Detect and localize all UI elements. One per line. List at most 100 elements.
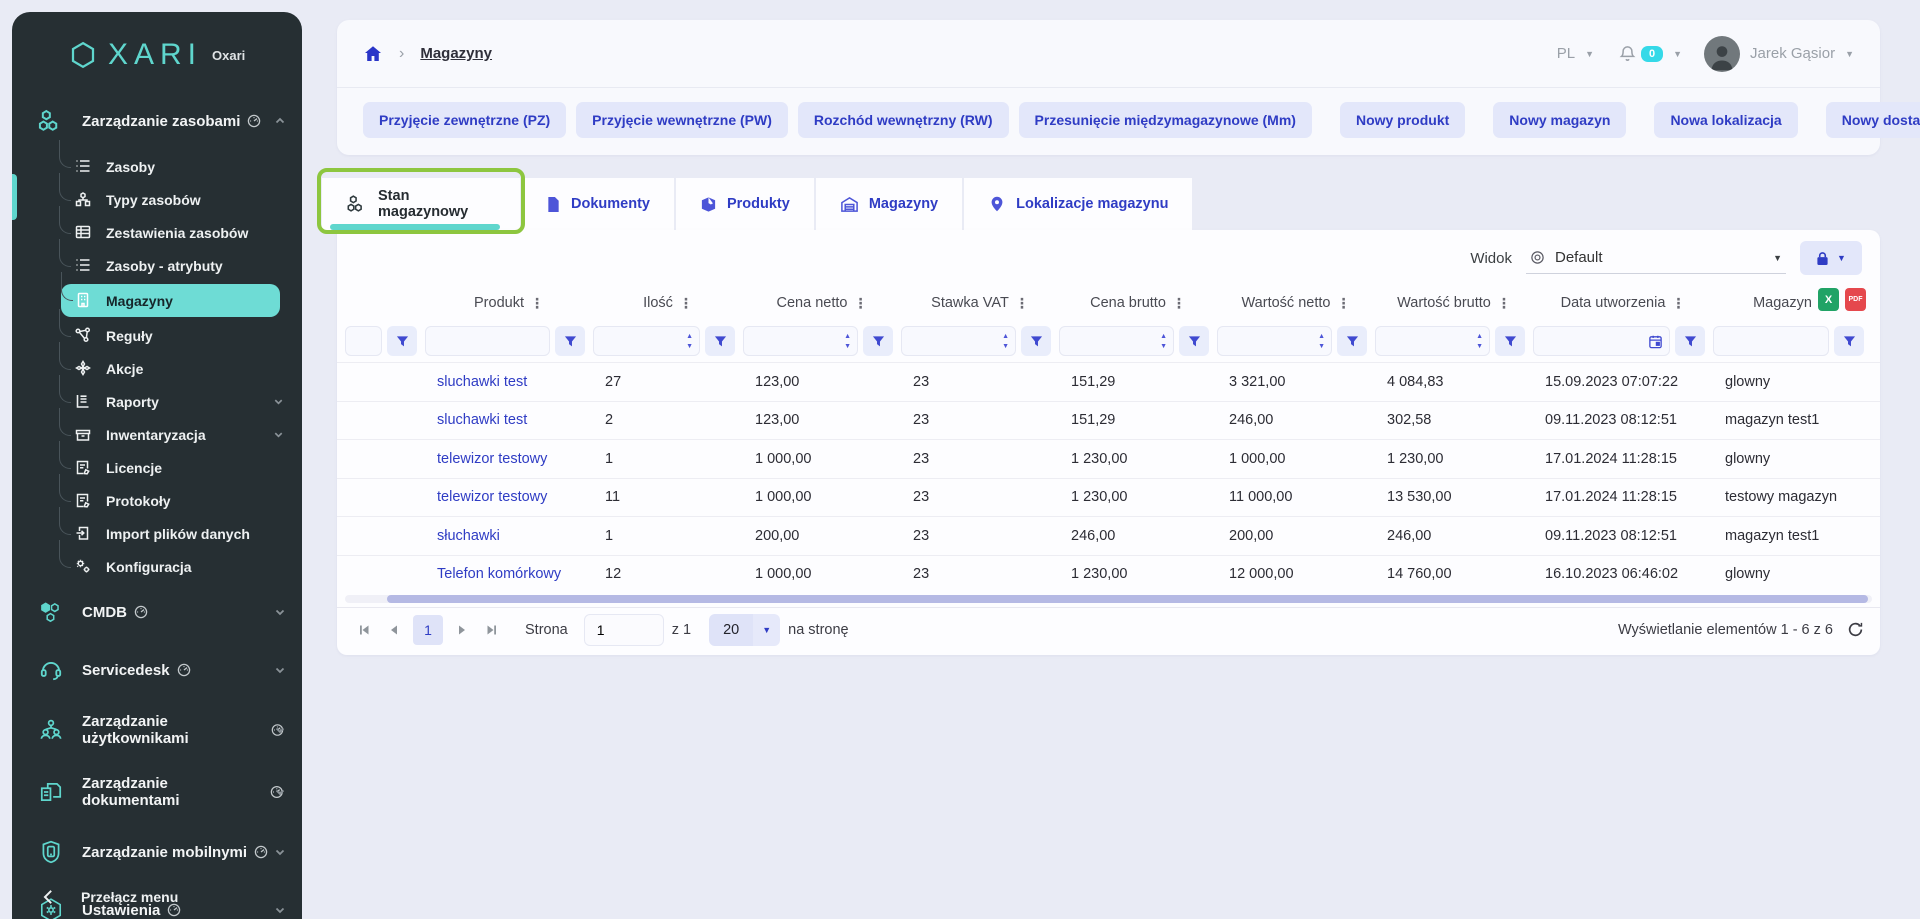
sidebar-item-typy-zasobow[interactable]: Typy zasobów <box>59 183 292 216</box>
refresh-icon[interactable] <box>1847 621 1864 638</box>
chevron-down-icon[interactable]: ▼ <box>1845 49 1854 59</box>
filter-funnel-button[interactable] <box>1179 326 1209 356</box>
product-link[interactable]: słuchawki <box>437 528 500 544</box>
filter-funnel-button[interactable] <box>1021 326 1051 356</box>
number-stepper[interactable]: ▲▼ <box>1002 333 1015 350</box>
table-row[interactable]: telewizor testowy 11 1 000,00 23 1 230,0… <box>337 478 1880 517</box>
view-select[interactable]: Default ▼ <box>1526 242 1786 274</box>
sidebar-item-protokoly[interactable]: Protokoły <box>59 484 292 517</box>
collapse-menu-button[interactable]: Przełącz menu <box>12 877 302 919</box>
chevron-down-icon[interactable]: ▼ <box>1673 49 1682 59</box>
tab-stan-magazynowy[interactable]: Stan magazynowy <box>322 178 520 230</box>
column-menu-icon[interactable]: ⋮ <box>1497 295 1511 312</box>
last-page-button[interactable] <box>481 619 503 641</box>
new-location-button[interactable]: Nowa lokalizacja <box>1654 102 1797 138</box>
number-stepper[interactable]: ▲▼ <box>844 333 857 350</box>
column-menu-icon[interactable]: ⋮ <box>1336 295 1350 312</box>
brand-logo[interactable]: XARI Oxari <box>12 12 302 92</box>
column-menu-icon[interactable]: ⋮ <box>1015 295 1029 312</box>
gauge-icon[interactable] <box>254 845 268 859</box>
column-menu-icon[interactable]: ⋮ <box>679 295 693 312</box>
number-stepper[interactable]: ▲▼ <box>1476 333 1489 350</box>
sidebar-item-zasoby-atrybuty[interactable]: Zasoby - atrybuty <box>59 249 292 282</box>
sidebar-item-konfiguracja[interactable]: Konfiguracja <box>59 550 292 583</box>
sidebar-item-inwentaryzacja[interactable]: Inwentaryzacja <box>59 418 292 451</box>
mm-button[interactable]: Przesunięcie międzymagazynowe (Mm) <box>1019 102 1312 138</box>
filter-funnel-button[interactable] <box>555 326 585 356</box>
chevron-down-icon[interactable]: ▼ <box>1585 49 1594 59</box>
table-row[interactable]: słuchawki 1 200,00 23 246,00 200,00 246,… <box>337 516 1880 555</box>
filter-input-ilosc[interactable] <box>594 334 686 349</box>
filter-input-data[interactable] <box>1534 334 1648 349</box>
sidebar-item-licencje[interactable]: Licencje <box>59 451 292 484</box>
tab-produkty[interactable]: Produkty <box>676 178 814 230</box>
current-page-button[interactable]: 1 <box>413 615 443 645</box>
gauge-icon[interactable] <box>134 605 148 619</box>
filter-input-wartosc-netto[interactable] <box>1218 334 1318 349</box>
table-row[interactable]: sluchawki test 2 123,00 23 151,29 246,00… <box>337 401 1880 440</box>
column-header-cena-brutto[interactable]: Cena brutto <box>1090 295 1166 311</box>
sidebar-item-reguly[interactable]: Reguły <box>59 319 292 352</box>
number-stepper[interactable]: ▲▼ <box>686 333 699 350</box>
tab-magazyny[interactable]: Magazyny <box>816 178 962 230</box>
filter-input-wartosc-brutto[interactable] <box>1376 334 1476 349</box>
new-warehouse-button[interactable]: Nowy magazyn <box>1493 102 1626 138</box>
column-header-wartosc-netto[interactable]: Wartość netto <box>1242 295 1331 311</box>
table-row[interactable]: sluchawki test 27 123,00 23 151,29 3 321… <box>337 362 1880 401</box>
filter-input-stawka-vat[interactable] <box>902 334 1002 349</box>
column-header-cena-netto[interactable]: Cena netto <box>777 295 848 311</box>
product-link[interactable]: telewizor testowy <box>437 451 547 467</box>
chevron-up-icon[interactable] <box>274 115 286 127</box>
sidebar-section-zarzadzanie-mobilnymi[interactable]: Zarządzanie mobilnymi <box>12 823 302 881</box>
filter-funnel-button[interactable] <box>1834 326 1864 356</box>
sidebar-item-zasoby[interactable]: Zasoby <box>59 150 292 183</box>
next-page-button[interactable] <box>451 619 473 641</box>
sidebar-section-cmdb[interactable]: CMDB <box>12 583 302 641</box>
filter-input-magazyn[interactable] <box>1714 334 1828 349</box>
first-page-button[interactable] <box>353 619 375 641</box>
number-stepper[interactable]: ▲▼ <box>1160 333 1173 350</box>
pz-button[interactable]: Przyjęcie zewnętrzne (PZ) <box>363 102 566 138</box>
column-header-produkt[interactable]: Produkt <box>474 295 524 311</box>
filter-input-cena-brutto[interactable] <box>1060 334 1160 349</box>
product-link[interactable]: Telefon komórkowy <box>437 566 561 582</box>
calendar-icon[interactable] <box>1648 334 1669 349</box>
previous-page-button[interactable] <box>383 619 405 641</box>
scrollbar-thumb[interactable] <box>387 595 1868 603</box>
per-page-select[interactable]: 20 ▼ <box>709 614 780 646</box>
home-icon[interactable] <box>363 44 383 64</box>
column-header-stawka-vat[interactable]: Stawka VAT <box>931 295 1009 311</box>
new-supplier-button[interactable]: Nowy dostawca <box>1826 102 1920 138</box>
sidebar-item-zestawienia-zasobow[interactable]: Zestawienia zasobów <box>59 216 292 249</box>
filter-funnel-button[interactable] <box>1495 326 1525 356</box>
filter-funnel-button[interactable] <box>387 326 417 356</box>
column-menu-icon[interactable]: ⋮ <box>853 295 867 312</box>
filter-funnel-button[interactable] <box>705 326 735 356</box>
sidebar-section-zarzadzanie-uzytkownikami[interactable]: Zarządzanie użytkownikami <box>12 699 302 761</box>
language-selector[interactable]: PL <box>1557 45 1575 62</box>
sidebar-item-akcje[interactable]: Akcje <box>59 352 292 385</box>
lock-view-button[interactable]: ▼ <box>1800 241 1862 275</box>
page-number-input[interactable] <box>584 614 664 646</box>
rw-button[interactable]: Rozchód wewnętrzny (RW) <box>798 102 1009 138</box>
column-header-wartosc-brutto[interactable]: Wartość brutto <box>1397 295 1491 311</box>
column-header-ilosc[interactable]: Ilość <box>643 295 673 311</box>
sidebar-section-zarzadzanie-dokumentami[interactable]: Zarządzanie dokumentami <box>12 761 302 823</box>
sidebar-section-servicedesk[interactable]: Servicedesk <box>12 641 302 699</box>
column-menu-icon[interactable]: ⋮ <box>530 295 544 312</box>
filter-funnel-button[interactable] <box>1675 326 1705 356</box>
table-row[interactable]: Telefon komórkowy 12 1 000,00 23 1 230,0… <box>337 555 1880 594</box>
sidebar-section-zarzadzanie-zasobami[interactable]: Zarządzanie zasobami <box>12 92 302 150</box>
filter-input[interactable] <box>346 334 381 349</box>
filter-funnel-button[interactable] <box>1337 326 1367 356</box>
sidebar-item-magazyny-active[interactable]: Magazyny <box>61 284 280 317</box>
product-link[interactable]: sluchawki test <box>437 374 527 390</box>
column-header-magazyn[interactable]: Magazyn <box>1753 295 1812 311</box>
breadcrumb-page-link[interactable]: Magazyny <box>420 45 492 62</box>
filter-input-produkt[interactable] <box>426 334 549 349</box>
product-link[interactable]: sluchawki test <box>437 412 527 428</box>
avatar[interactable] <box>1704 36 1740 72</box>
notifications-button[interactable]: 0 <box>1618 44 1663 63</box>
sidebar-item-import-plikow[interactable]: Import plików danych <box>59 517 292 550</box>
number-stepper[interactable]: ▲▼ <box>1318 333 1331 350</box>
